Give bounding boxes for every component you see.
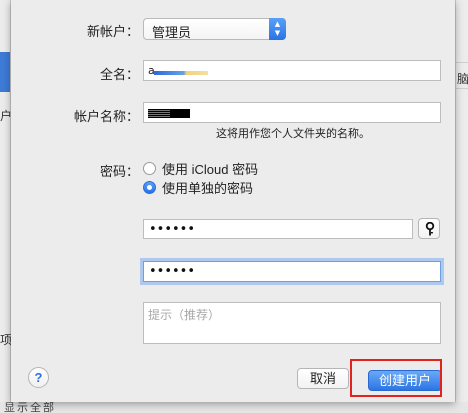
password-hint-placeholder: 提示（推荐）: [148, 308, 221, 322]
password-field[interactable]: ••••••: [143, 219, 413, 239]
background-window-bottom: 显示全部: [0, 402, 468, 413]
cancel-button[interactable]: 取消: [297, 368, 349, 389]
radio-separate-button[interactable]: [143, 180, 156, 194]
radio-separate-label: 使用单独的密码: [162, 180, 254, 196]
redacted-name-mark: [154, 71, 208, 75]
new-account-label: 新帐户：: [86, 24, 139, 39]
password-label: 密码：: [99, 164, 139, 179]
account-type-popup[interactable]: 管理员 ▲ ▼: [143, 18, 286, 40]
account-name-label: 帐户名称：: [73, 109, 139, 124]
account-type-value: 管理员: [152, 25, 192, 40]
password-hint-field[interactable]: 提示（推荐）: [143, 302, 441, 344]
background-glyph: 脑: [457, 72, 468, 86]
create-user-button[interactable]: 创建用户: [368, 370, 442, 391]
password-dots: ••••••: [149, 222, 196, 237]
up-down-chevron-icon: ▲ ▼: [269, 18, 286, 40]
background-window-left: 户 项: [0, 0, 12, 413]
password-assistant-button[interactable]: [418, 218, 440, 239]
full-name-label: 全名：: [99, 67, 139, 82]
new-user-sheet: 新帐户： 管理员 ▲ ▼ 全名： a 帐户名称： 这将用作您个人文件夹的名称。 密…: [11, 0, 455, 402]
verify-password-field[interactable]: ••••••: [143, 261, 441, 282]
background-selected-row: [0, 52, 10, 92]
verify-password-dots: ••••••: [149, 264, 196, 279]
radio-icloud-button[interactable]: [143, 161, 156, 175]
radio-icloud-label: 使用 iCloud 密码: [162, 161, 259, 177]
radio-use-separate-password[interactable]: 使用单独的密码: [143, 179, 254, 196]
background-glyph: 显示全部: [4, 402, 56, 413]
radio-use-icloud-password[interactable]: 使用 iCloud 密码: [143, 160, 259, 177]
full-name-field[interactable]: a: [143, 60, 441, 81]
background-window-right: 脑: [455, 0, 468, 413]
key-icon: [425, 222, 435, 236]
account-name-field[interactable]: [143, 102, 441, 123]
account-name-helper: 这将用作您个人文件夹的名称。: [216, 128, 370, 140]
help-button[interactable]: ?: [28, 367, 49, 388]
redacted-account-mark: [148, 109, 190, 118]
